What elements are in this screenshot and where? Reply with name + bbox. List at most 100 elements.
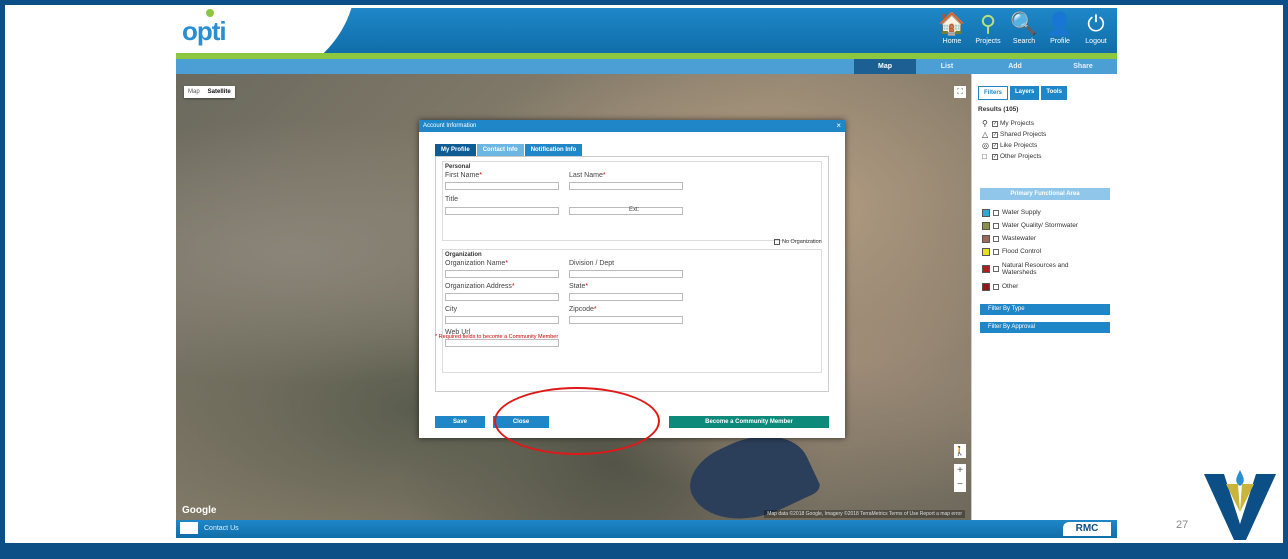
tab-tools[interactable]: Tools (1041, 86, 1067, 100)
division-field[interactable] (569, 270, 683, 278)
zoom-out-button[interactable]: − (954, 478, 966, 492)
filter-other-projects[interactable]: □ ✓ Other Projects (982, 151, 1046, 162)
triangle-icon: △ (982, 130, 989, 139)
area-water-quality[interactable]: Water Quality/ Stormwater (982, 219, 1082, 232)
zipcode-field[interactable] (569, 316, 683, 324)
highlight-circle (494, 387, 660, 455)
filter-by-type[interactable]: Filter By Type (980, 304, 1110, 315)
results-count: Results (105) (978, 106, 1019, 113)
coachella-valley-logo (1204, 470, 1276, 540)
account-information-dialog: Account Information × My Profile Contact… (419, 120, 845, 438)
close-icon[interactable]: × (836, 120, 841, 132)
tab-list[interactable]: List (916, 59, 978, 74)
profile-form: Personal First Name* Last Name* Title Ex… (435, 156, 829, 392)
checkbox[interactable]: ✓ (992, 153, 998, 160)
tab-map[interactable]: Map (854, 59, 916, 74)
checkbox[interactable] (993, 222, 999, 229)
zoom-in-button[interactable]: + (954, 464, 966, 478)
filter-like-projects[interactable]: ◎ ✓ Like Projects (982, 140, 1046, 151)
save-button[interactable]: Save (435, 416, 485, 428)
map-attribution[interactable]: Map data ©2018 Google, Imagery ©2018 Ter… (764, 510, 965, 518)
swatch (982, 234, 990, 243)
swatch (982, 247, 990, 256)
app-window: opti 🏠 Home ⚲ Projects 🔍 Search 👤 Profil (176, 8, 1117, 538)
functional-area-list: Water Supply Water Quality/ Stormwater W… (982, 206, 1082, 293)
filter-my-projects[interactable]: ⚲ ✓ My Projects (982, 118, 1046, 129)
organization-group: Organization Organization Name* Division… (442, 249, 822, 373)
tab-share[interactable]: Share (1052, 59, 1114, 74)
nav-projects[interactable]: ⚲ Projects (973, 11, 1003, 47)
become-community-member-button[interactable]: Become a Community Member (669, 416, 829, 428)
home-icon: 🏠 (938, 11, 966, 36)
rmc-logo: RMC (1063, 522, 1111, 536)
area-other[interactable]: Other (982, 280, 1082, 293)
state-field[interactable] (569, 293, 683, 301)
contact-us-link[interactable]: Contact Us (180, 522, 239, 534)
logo-pin-icon (206, 9, 214, 17)
web-url-field[interactable] (445, 339, 559, 347)
ext-field[interactable] (569, 207, 683, 215)
checkbox[interactable]: ✓ (992, 142, 998, 149)
swatch (982, 208, 990, 217)
area-natural-resources[interactable]: Natural Resources and Watersheds (982, 258, 1082, 280)
swatch (982, 221, 990, 230)
map-type-control: Map Satellite (184, 86, 235, 98)
swatch (982, 282, 990, 291)
checkbox[interactable] (993, 209, 999, 216)
nav-profile[interactable]: 👤 Profile (1045, 11, 1075, 47)
primary-functional-area-header[interactable]: Primary Functional Area (980, 188, 1110, 200)
checkbox[interactable]: ✓ (992, 131, 998, 138)
filter-shared-projects[interactable]: △ ✓ Shared Projects (982, 129, 1046, 140)
fullscreen-icon[interactable]: ⛶ (954, 86, 966, 98)
checkbox[interactable] (993, 266, 999, 272)
slide-footer-bar (0, 543, 1288, 559)
tab-contact-info[interactable]: Contact Info (476, 144, 524, 156)
page-number: 27 (1176, 519, 1189, 531)
map-type-map[interactable]: Map (184, 86, 204, 98)
slide: opti 🏠 Home ⚲ Projects 🔍 Search 👤 Profil (0, 0, 1288, 559)
dialog-tabs: My Profile Contact Info Notification Inf… (435, 144, 583, 156)
title-field[interactable] (445, 207, 559, 215)
power-icon: ⏻ (1087, 11, 1105, 36)
checkbox[interactable] (993, 235, 999, 242)
envelope-icon (180, 522, 198, 534)
checkbox[interactable] (993, 248, 999, 255)
app-footer: Contact Us RMC (176, 520, 1117, 538)
filter-by-approval[interactable]: Filter By Approval (980, 322, 1110, 333)
tab-notification-info[interactable]: Notification Info (524, 144, 583, 156)
search-icon: 🔍 (1010, 11, 1038, 36)
organization-address-field[interactable] (445, 293, 559, 301)
google-logo: Google (182, 505, 217, 516)
panel-tabs: Filters Layers Tools (978, 86, 1067, 100)
organization-name-field[interactable] (445, 270, 559, 278)
checkbox[interactable]: ✓ (992, 120, 998, 127)
area-flood-control[interactable]: Flood Control (982, 245, 1082, 258)
nav-icons: 🏠 Home ⚲ Projects 🔍 Search 👤 Profile ⏻ L… (937, 11, 1111, 47)
filter-panel: Filters Layers Tools Results (105) ⚲ ✓ M… (971, 74, 1117, 520)
first-name-field[interactable] (445, 182, 559, 190)
opti-logo[interactable]: opti (182, 16, 227, 47)
nav-search[interactable]: 🔍 Search (1009, 11, 1039, 47)
square-icon: □ (982, 152, 987, 161)
nav-logout[interactable]: ⏻ Logout (1081, 11, 1111, 47)
tab-layers[interactable]: Layers (1010, 86, 1040, 100)
nav-home[interactable]: 🏠 Home (937, 11, 967, 47)
area-water-supply[interactable]: Water Supply (982, 206, 1082, 219)
tab-my-profile[interactable]: My Profile (435, 144, 476, 156)
personal-group: Personal First Name* Last Name* Title Ex… (442, 161, 822, 241)
city-field[interactable] (445, 316, 559, 324)
circle-icon: ◎ (982, 141, 989, 150)
checkbox[interactable] (993, 283, 999, 290)
tab-filters[interactable]: Filters (978, 86, 1009, 100)
checkbox[interactable] (774, 239, 780, 245)
tab-add[interactable]: Add (984, 59, 1046, 74)
swatch (982, 265, 990, 273)
map-type-satellite[interactable]: Satellite (204, 86, 235, 98)
top-bar: opti 🏠 Home ⚲ Projects 🔍 Search 👤 Profil (176, 8, 1117, 88)
required-note: * Required fields to become a Community … (435, 334, 559, 340)
no-organization-toggle[interactable]: No Organization (774, 239, 822, 245)
area-wastewater[interactable]: Wastewater (982, 232, 1082, 245)
last-name-field[interactable] (569, 182, 683, 190)
dialog-title: Account Information (419, 120, 845, 132)
street-view-icon[interactable]: 🚶 (954, 444, 966, 458)
